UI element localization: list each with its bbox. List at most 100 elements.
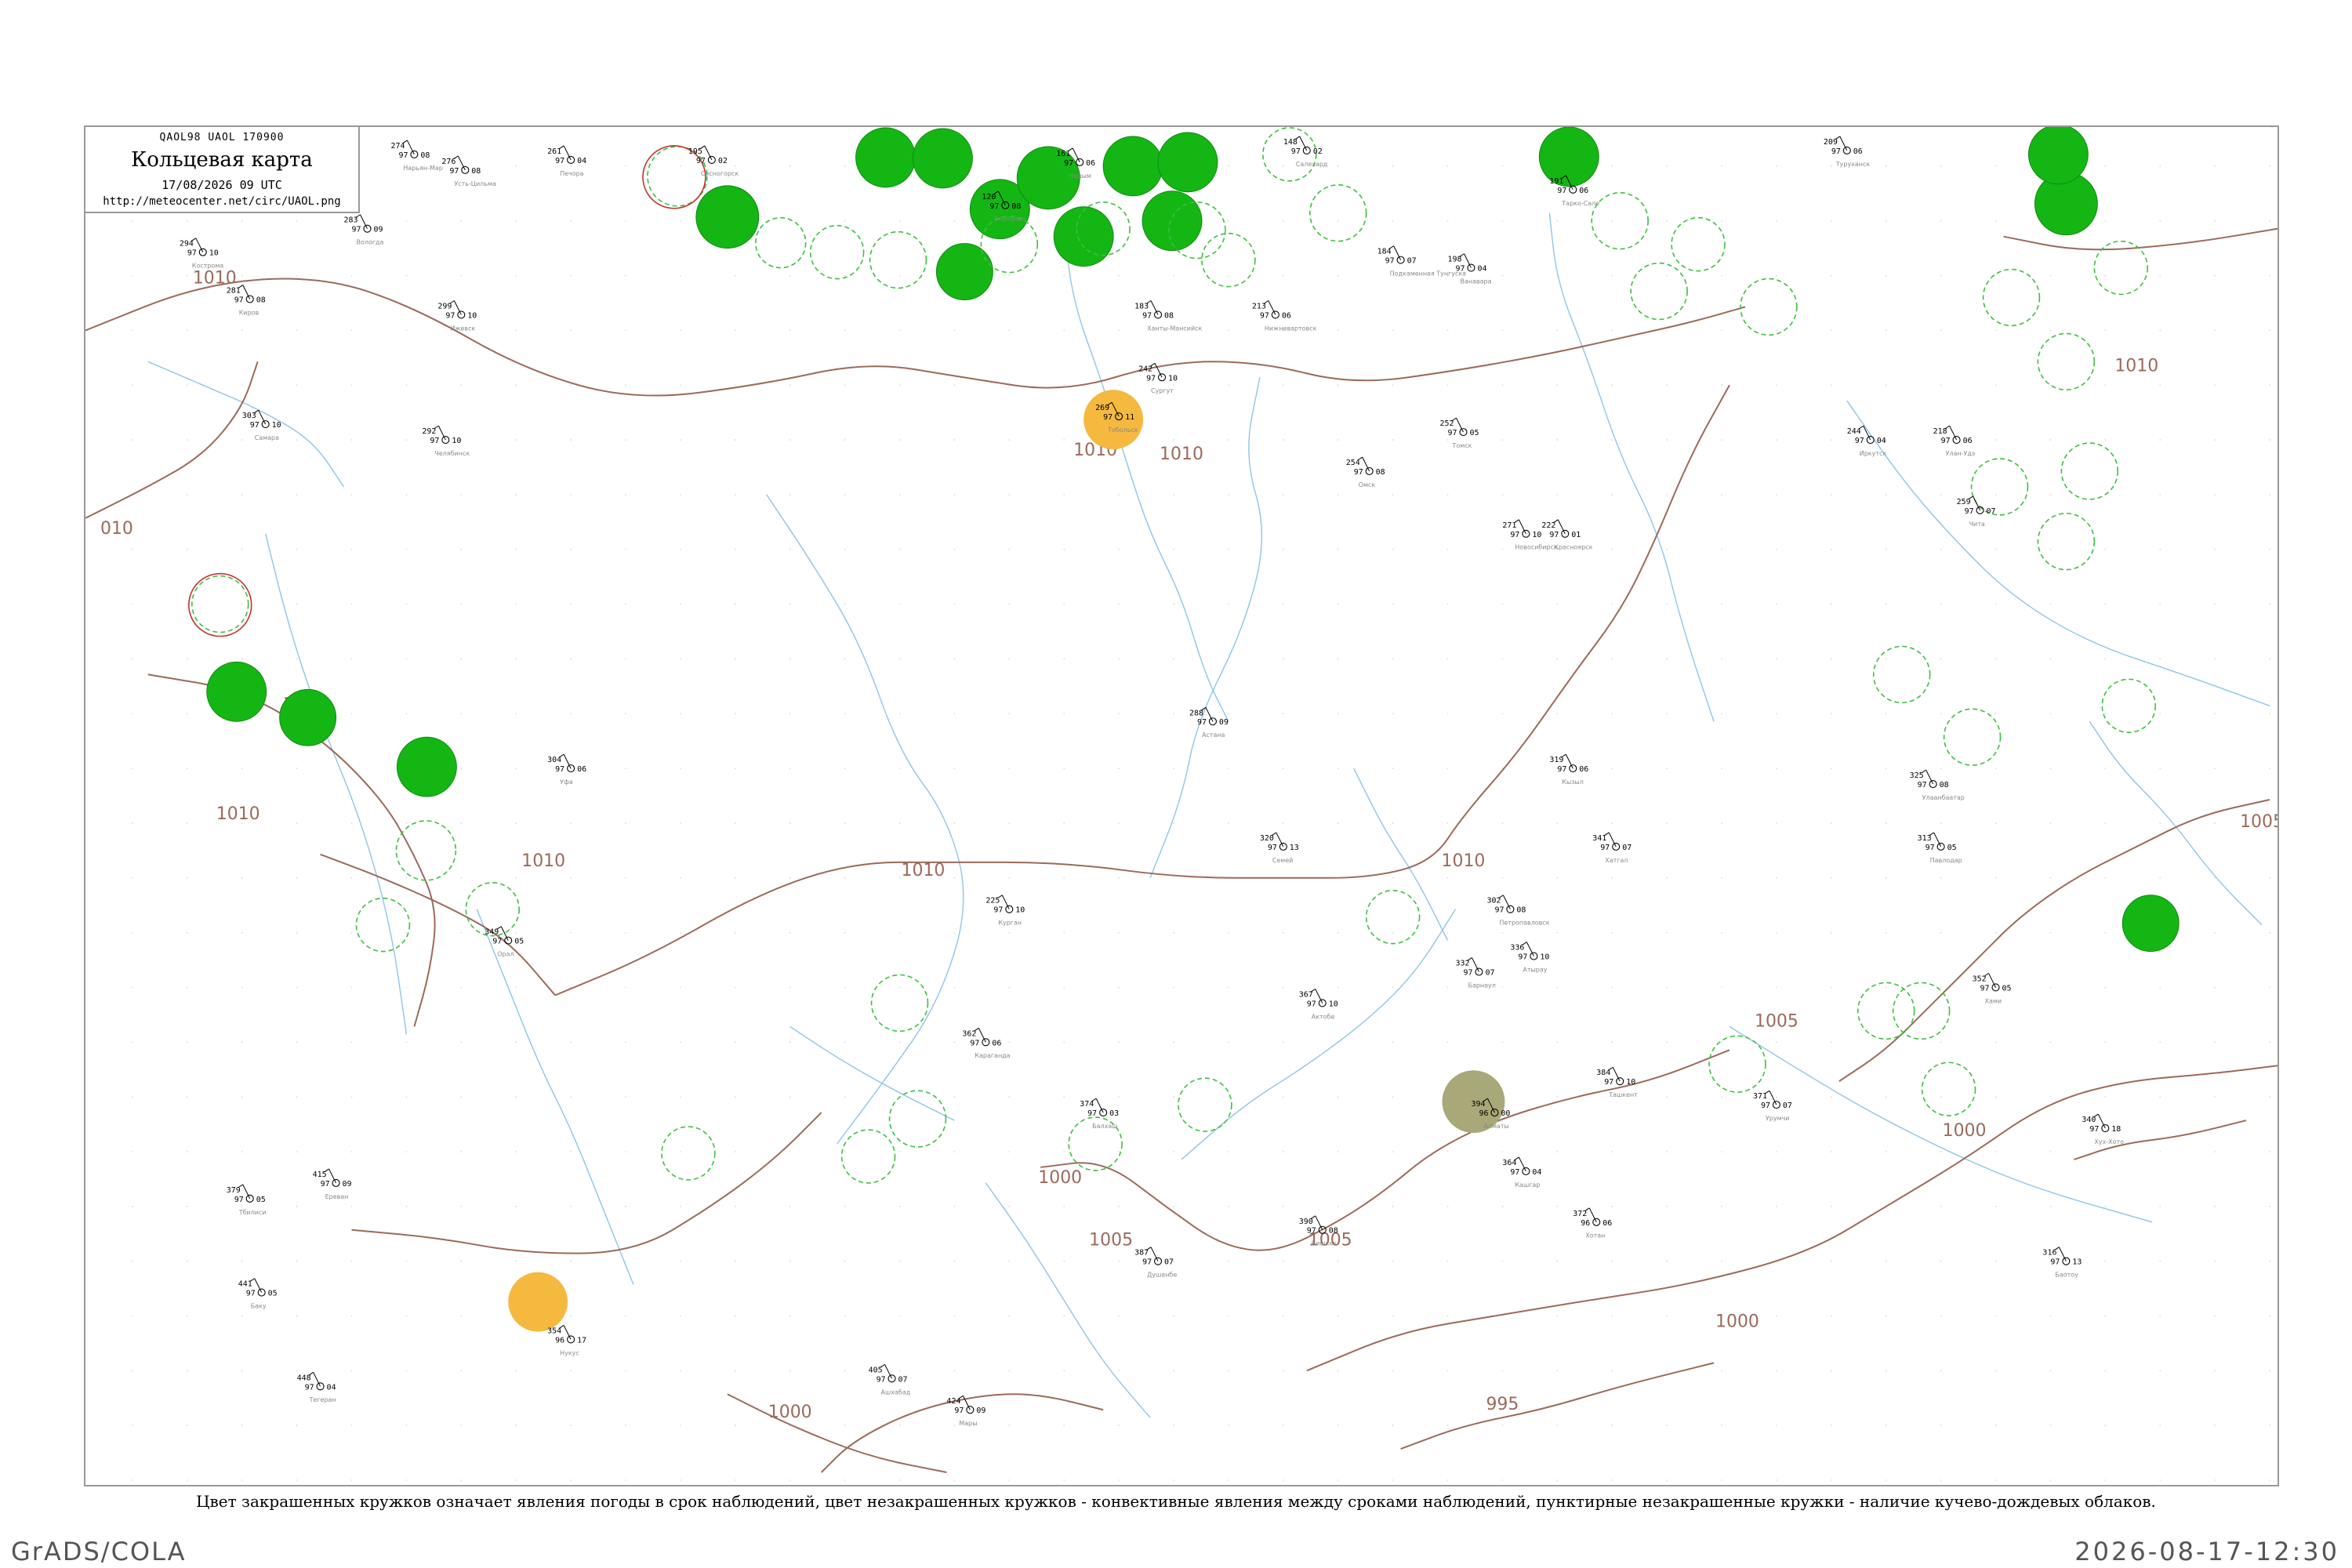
cumulonimbus-ring <box>1262 127 1317 182</box>
wind-barb <box>2097 1113 2106 1129</box>
station-dewpoint-deficit: 06 <box>1579 765 1588 774</box>
station-dewpoint-deficit: 10 <box>209 249 219 258</box>
cumulonimbus-ring <box>1892 982 1951 1040</box>
station-model: 37497 03 Балхаш <box>1080 1098 1119 1130</box>
station-pressure: 304 <box>547 756 561 764</box>
station-name: Туруханск <box>1835 161 1871 168</box>
wind-barb <box>1988 973 1996 988</box>
wind-barb <box>1095 1098 1104 1113</box>
wind-barb <box>1276 832 1284 848</box>
station-dewpoint-deficit: 04 <box>1877 437 1886 445</box>
wind-barb <box>1001 895 1010 909</box>
station-name: Ашхабад <box>881 1388 911 1396</box>
station-pressure: 303 <box>242 412 256 420</box>
station-temperature: 97 <box>2050 1258 2060 1267</box>
station-model: 27497 08 Нарьян-Мар <box>390 140 443 172</box>
precipitation-circle <box>1142 191 1203 252</box>
grid-dots <box>132 165 2270 1481</box>
station-pressure: 276 <box>441 158 456 166</box>
wind-barb <box>1299 136 1308 151</box>
station-model: 27697 08 Усть-Цильма <box>441 155 496 187</box>
station-pressure: 390 <box>1299 1218 1313 1226</box>
station-model: 24297 10 Сургут <box>1138 362 1178 394</box>
station-dewpoint-deficit: 06 <box>1579 187 1588 195</box>
station-model: 34197 07 Хатгал <box>1592 832 1632 864</box>
precipitation-circle <box>279 688 337 746</box>
station-dewpoint-deficit: 06 <box>992 1039 1001 1047</box>
cumulonimbus-ring <box>840 1129 896 1184</box>
station-name: Печора <box>560 170 584 177</box>
station-pressure: 394 <box>1471 1100 1485 1109</box>
station-dewpoint-deficit: 10 <box>467 311 477 320</box>
station-temperature: 97 <box>398 151 408 160</box>
station-temperature: 97 <box>1448 429 1457 437</box>
station-model: 31397 05 Павлодар <box>1918 832 1962 864</box>
station-temperature: 97 <box>321 1180 330 1189</box>
isobar-line-0 <box>85 278 1746 397</box>
precipitation-circle <box>855 127 916 188</box>
wind-barb <box>1150 300 1159 315</box>
cumulonimbus-ring <box>395 820 457 881</box>
station-name: Усть-Цильма <box>454 180 496 187</box>
station-name: Тобольск <box>1107 426 1138 434</box>
isobar-label: 010 <box>100 519 133 539</box>
station-temperature: 97 <box>246 1290 256 1298</box>
station-dewpoint-deficit: 03 <box>1109 1109 1119 1118</box>
station-pressure: 362 <box>962 1029 976 1038</box>
station-name: Хами <box>1985 997 2002 1004</box>
station-temperature: 97 <box>954 1406 964 1415</box>
station-model: 37296 06 Хотан <box>1573 1207 1612 1240</box>
cumulonimbus-ring <box>870 974 929 1033</box>
station-temperature: 97 <box>1557 765 1566 774</box>
wind-barb <box>1315 1215 1323 1230</box>
river-13 <box>2089 720 2263 926</box>
station-name: Хух-Хото <box>2094 1138 2124 1145</box>
station-temperature: 97 <box>1354 468 1363 477</box>
station-model: 30397 10 Самара <box>242 409 281 441</box>
station-temperature: 97 <box>1268 844 1277 852</box>
station-dewpoint-deficit: 02 <box>718 157 728 165</box>
station-name: Бишкек <box>1312 1240 1338 1247</box>
station-circle <box>1467 263 1475 272</box>
station-pressure: 313 <box>1918 834 1932 843</box>
station-dewpoint-deficit: 06 <box>1086 159 1095 168</box>
station-pressure: 269 <box>1095 404 1109 412</box>
wind-barb <box>453 300 462 315</box>
station-model: 36297 06 Караганда <box>962 1027 1011 1059</box>
isobar-label: 1010 <box>216 804 260 824</box>
map-canvas: 1010101010101010101010101010101010101005… <box>85 127 2278 1481</box>
station-name: Нижневартовск <box>1265 325 1317 332</box>
station-pressure: 374 <box>1080 1100 1094 1109</box>
station-model: 20997 06 Туруханск <box>1824 136 1871 168</box>
station-circle <box>245 1194 254 1203</box>
station-circle <box>1842 146 1851 154</box>
station-name: Мары <box>959 1420 977 1427</box>
station-pressure: 294 <box>180 240 194 249</box>
station-model: 44897 04 Тегеран <box>297 1371 336 1403</box>
station-pressure: 242 <box>1138 365 1152 373</box>
isobar-line-5 <box>1838 799 2270 1083</box>
station-dewpoint-deficit: 10 <box>1626 1078 1635 1087</box>
station-dewpoint-deficit: 10 <box>272 421 281 430</box>
wind-barb <box>1205 707 1214 722</box>
station-name: Томск <box>1452 442 1472 449</box>
station-circle <box>1616 1077 1624 1086</box>
station-dewpoint-deficit: 13 <box>1290 844 1299 852</box>
station-pressure: 281 <box>227 287 241 296</box>
precipitation-circle <box>2027 127 2089 185</box>
source-url[interactable]: http://meteocenter.net/circ/UAOL.png <box>85 195 358 208</box>
station-pressure: 448 <box>297 1374 311 1382</box>
station-dewpoint-deficit: 07 <box>1164 1258 1174 1267</box>
station-pressure: 424 <box>946 1397 960 1406</box>
synoptic-map: 1010101010101010101010101010101010101005… <box>84 125 2279 1486</box>
station-pressure: 316 <box>2042 1249 2056 1258</box>
cumulonimbus-ring <box>869 230 927 289</box>
cumulonimbus-ring <box>355 897 411 953</box>
station-pressure: 195 <box>688 147 702 156</box>
station-temperature: 97 <box>1510 531 1519 539</box>
station-model: 35496 17 Нукус <box>547 1325 586 1356</box>
station-name: Самара <box>255 434 279 441</box>
river-8 <box>147 361 345 488</box>
station-pressure: 384 <box>1596 1069 1610 1077</box>
precipitation-circle <box>1102 136 1163 197</box>
